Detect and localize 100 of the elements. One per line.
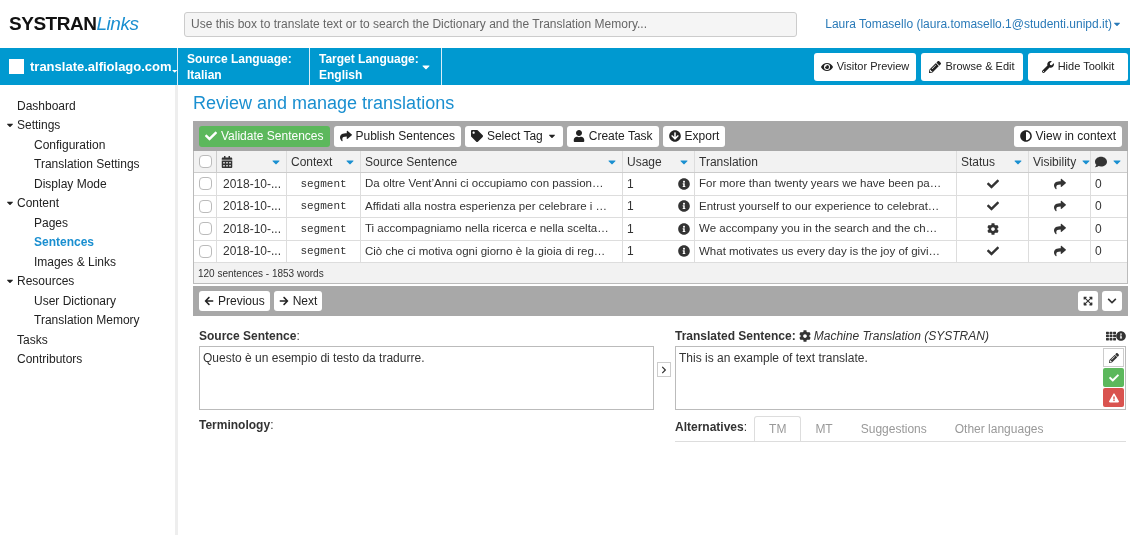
column-header[interactable]: Source Sentence (361, 151, 623, 172)
terminology-label: Terminology: (199, 417, 274, 434)
table-cell: 2018-10-... (217, 173, 287, 195)
sidebar-item[interactable]: Dashboard (0, 96, 175, 116)
sidebar-item[interactable]: Contributors (0, 349, 175, 369)
action-button[interactable]: Export (662, 125, 726, 147)
sidebar-item[interactable]: Display Mode (0, 174, 175, 194)
translated-sentence-label: Translated Sentence: (675, 328, 796, 345)
gear-icon (798, 330, 811, 342)
arrow-right-icon (278, 296, 289, 306)
toolbar-button[interactable]: Browse & Edit (921, 52, 1023, 81)
table-cell: For more than twenty years we have been pa… (695, 173, 957, 195)
table-cell: segment (287, 218, 361, 240)
info-icon[interactable] (678, 222, 690, 235)
table-cell: What motivates us every day is the joy of givi… (695, 240, 957, 262)
tag-icon (470, 130, 483, 142)
sidebar-item[interactable]: Translation Settings (0, 154, 175, 174)
sidebar-item[interactable]: Pages (0, 213, 175, 233)
table-cell: segment (287, 173, 361, 195)
table-cell: Ti accompagniamo nella ricerca e nella scelta… (361, 218, 623, 240)
pencil-icon (1108, 352, 1119, 363)
sidebar-item[interactable]: Sentences (0, 232, 175, 252)
info-icon[interactable] (678, 177, 690, 190)
copy-source-button[interactable] (657, 362, 671, 377)
checkbox[interactable] (198, 244, 212, 258)
table-cell: segment (287, 195, 361, 217)
column-header[interactable]: Translation (695, 151, 957, 172)
sidebar-item[interactable]: Images & Links (0, 252, 175, 272)
sidebar-item[interactable]: Resources (0, 271, 175, 291)
check-icon (205, 130, 217, 142)
column-header[interactable]: Status (957, 151, 1029, 172)
warning-icon (1108, 392, 1119, 403)
table-cell: 2018-10-... (217, 240, 287, 262)
action-button[interactable]: Publish Sentences (333, 125, 461, 147)
comment-icon (1095, 155, 1107, 168)
table-cell-text: 0 (1094, 175, 1103, 193)
source-sentence-box: Questo è un esempio di testo da tradurre. (199, 346, 654, 410)
table-cell-text: 1 (627, 175, 634, 193)
table-cell: segment (287, 240, 361, 262)
table-cell-text: 1 (627, 220, 634, 238)
translation-origin: Machine Translation (SYSTRAN) (813, 328, 989, 345)
previous-button[interactable]: Previous (199, 291, 270, 311)
checkbox[interactable] (198, 177, 212, 191)
contrast-icon (1019, 130, 1032, 142)
column-header[interactable]: Visibility (1029, 151, 1091, 172)
view-in-context-button[interactable]: View in context (1013, 125, 1122, 147)
toolbar-button[interactable]: Hide Toolkit (1028, 52, 1128, 81)
edit-button[interactable] (1103, 348, 1124, 367)
source-sentence-label: Source Sentence: (199, 328, 300, 345)
check-icon (1108, 372, 1119, 383)
user-icon (572, 130, 585, 142)
expand-button[interactable] (1078, 291, 1098, 311)
info-icon[interactable] (678, 245, 690, 258)
table-summary: 120 sentences - 1853 words (198, 266, 324, 281)
calendar-icon (221, 155, 233, 168)
table-cell: Ciò che ci motiva ogni giorno è la gioia di reg… (361, 240, 623, 262)
collapse-button[interactable] (1102, 291, 1122, 311)
eye-icon (820, 60, 833, 73)
user-menu[interactable]: Laura Tomasello (laura.tomasello.1@studenti.unipd.it) (825, 15, 1122, 33)
chevron-down-icon (1107, 296, 1117, 306)
checkbox[interactable] (198, 222, 212, 236)
expand-icon (1083, 296, 1093, 306)
toolbar-button[interactable]: Visitor Preview (814, 52, 916, 81)
arrow-left-icon (204, 296, 214, 306)
page-title: Review and manage translations (193, 91, 456, 115)
table-cell: We accompany you in the search and the ch… (695, 218, 957, 240)
checkbox[interactable] (198, 155, 212, 168)
download-icon (668, 130, 681, 142)
alternatives-label: Alternatives: (675, 419, 748, 436)
chevron-right-icon (660, 365, 668, 374)
table-cell-text: 0 (1094, 198, 1103, 216)
info-icon[interactable] (678, 200, 690, 213)
sidebar-item[interactable]: User Dictionary (0, 291, 175, 311)
table-cell-text: 1 (627, 198, 634, 216)
action-button[interactable]: Select Tag (464, 125, 563, 147)
next-button[interactable]: Next (273, 291, 323, 311)
column-header[interactable]: Context (287, 151, 361, 172)
share-icon (339, 130, 352, 142)
table-cell: Affidati alla nostra esperienza per celebrare i … (361, 195, 623, 217)
table-cell-text: 0 (1094, 243, 1103, 261)
table-cell: Entrust yourself to our experience to celebrat… (695, 195, 957, 217)
wrench-icon (1041, 60, 1054, 73)
table-cell: Da oltre Vent’Anni ci occupiamo con passion… (361, 173, 623, 195)
sidebar-item[interactable]: Tasks (0, 330, 175, 350)
sidebar-item[interactable]: Configuration (0, 135, 175, 155)
sidebar-item[interactable]: Content (0, 193, 175, 213)
sidebar-item[interactable]: Settings (0, 115, 175, 135)
search-field[interactable]: Use this box to translate text or to search the Dictionary and the Translation Memory... (184, 11, 797, 37)
grid-info-icon[interactable] (1106, 331, 1126, 341)
table-cell: 2018-10-... (217, 218, 287, 240)
action-button[interactable]: Create Task (566, 125, 659, 147)
table-cell-text: 1 (627, 243, 634, 261)
table-cell: 2018-10-... (217, 195, 287, 217)
column-header[interactable]: Usage (623, 151, 695, 172)
pencil-icon (929, 60, 942, 73)
table-cell-text: 0 (1094, 220, 1103, 238)
sidebar-item[interactable]: Translation Memory (0, 310, 175, 330)
warning-button[interactable] (1103, 388, 1124, 407)
checkbox[interactable] (198, 199, 212, 213)
logo[interactable]: SYSTRANLinks (0, 9, 184, 39)
